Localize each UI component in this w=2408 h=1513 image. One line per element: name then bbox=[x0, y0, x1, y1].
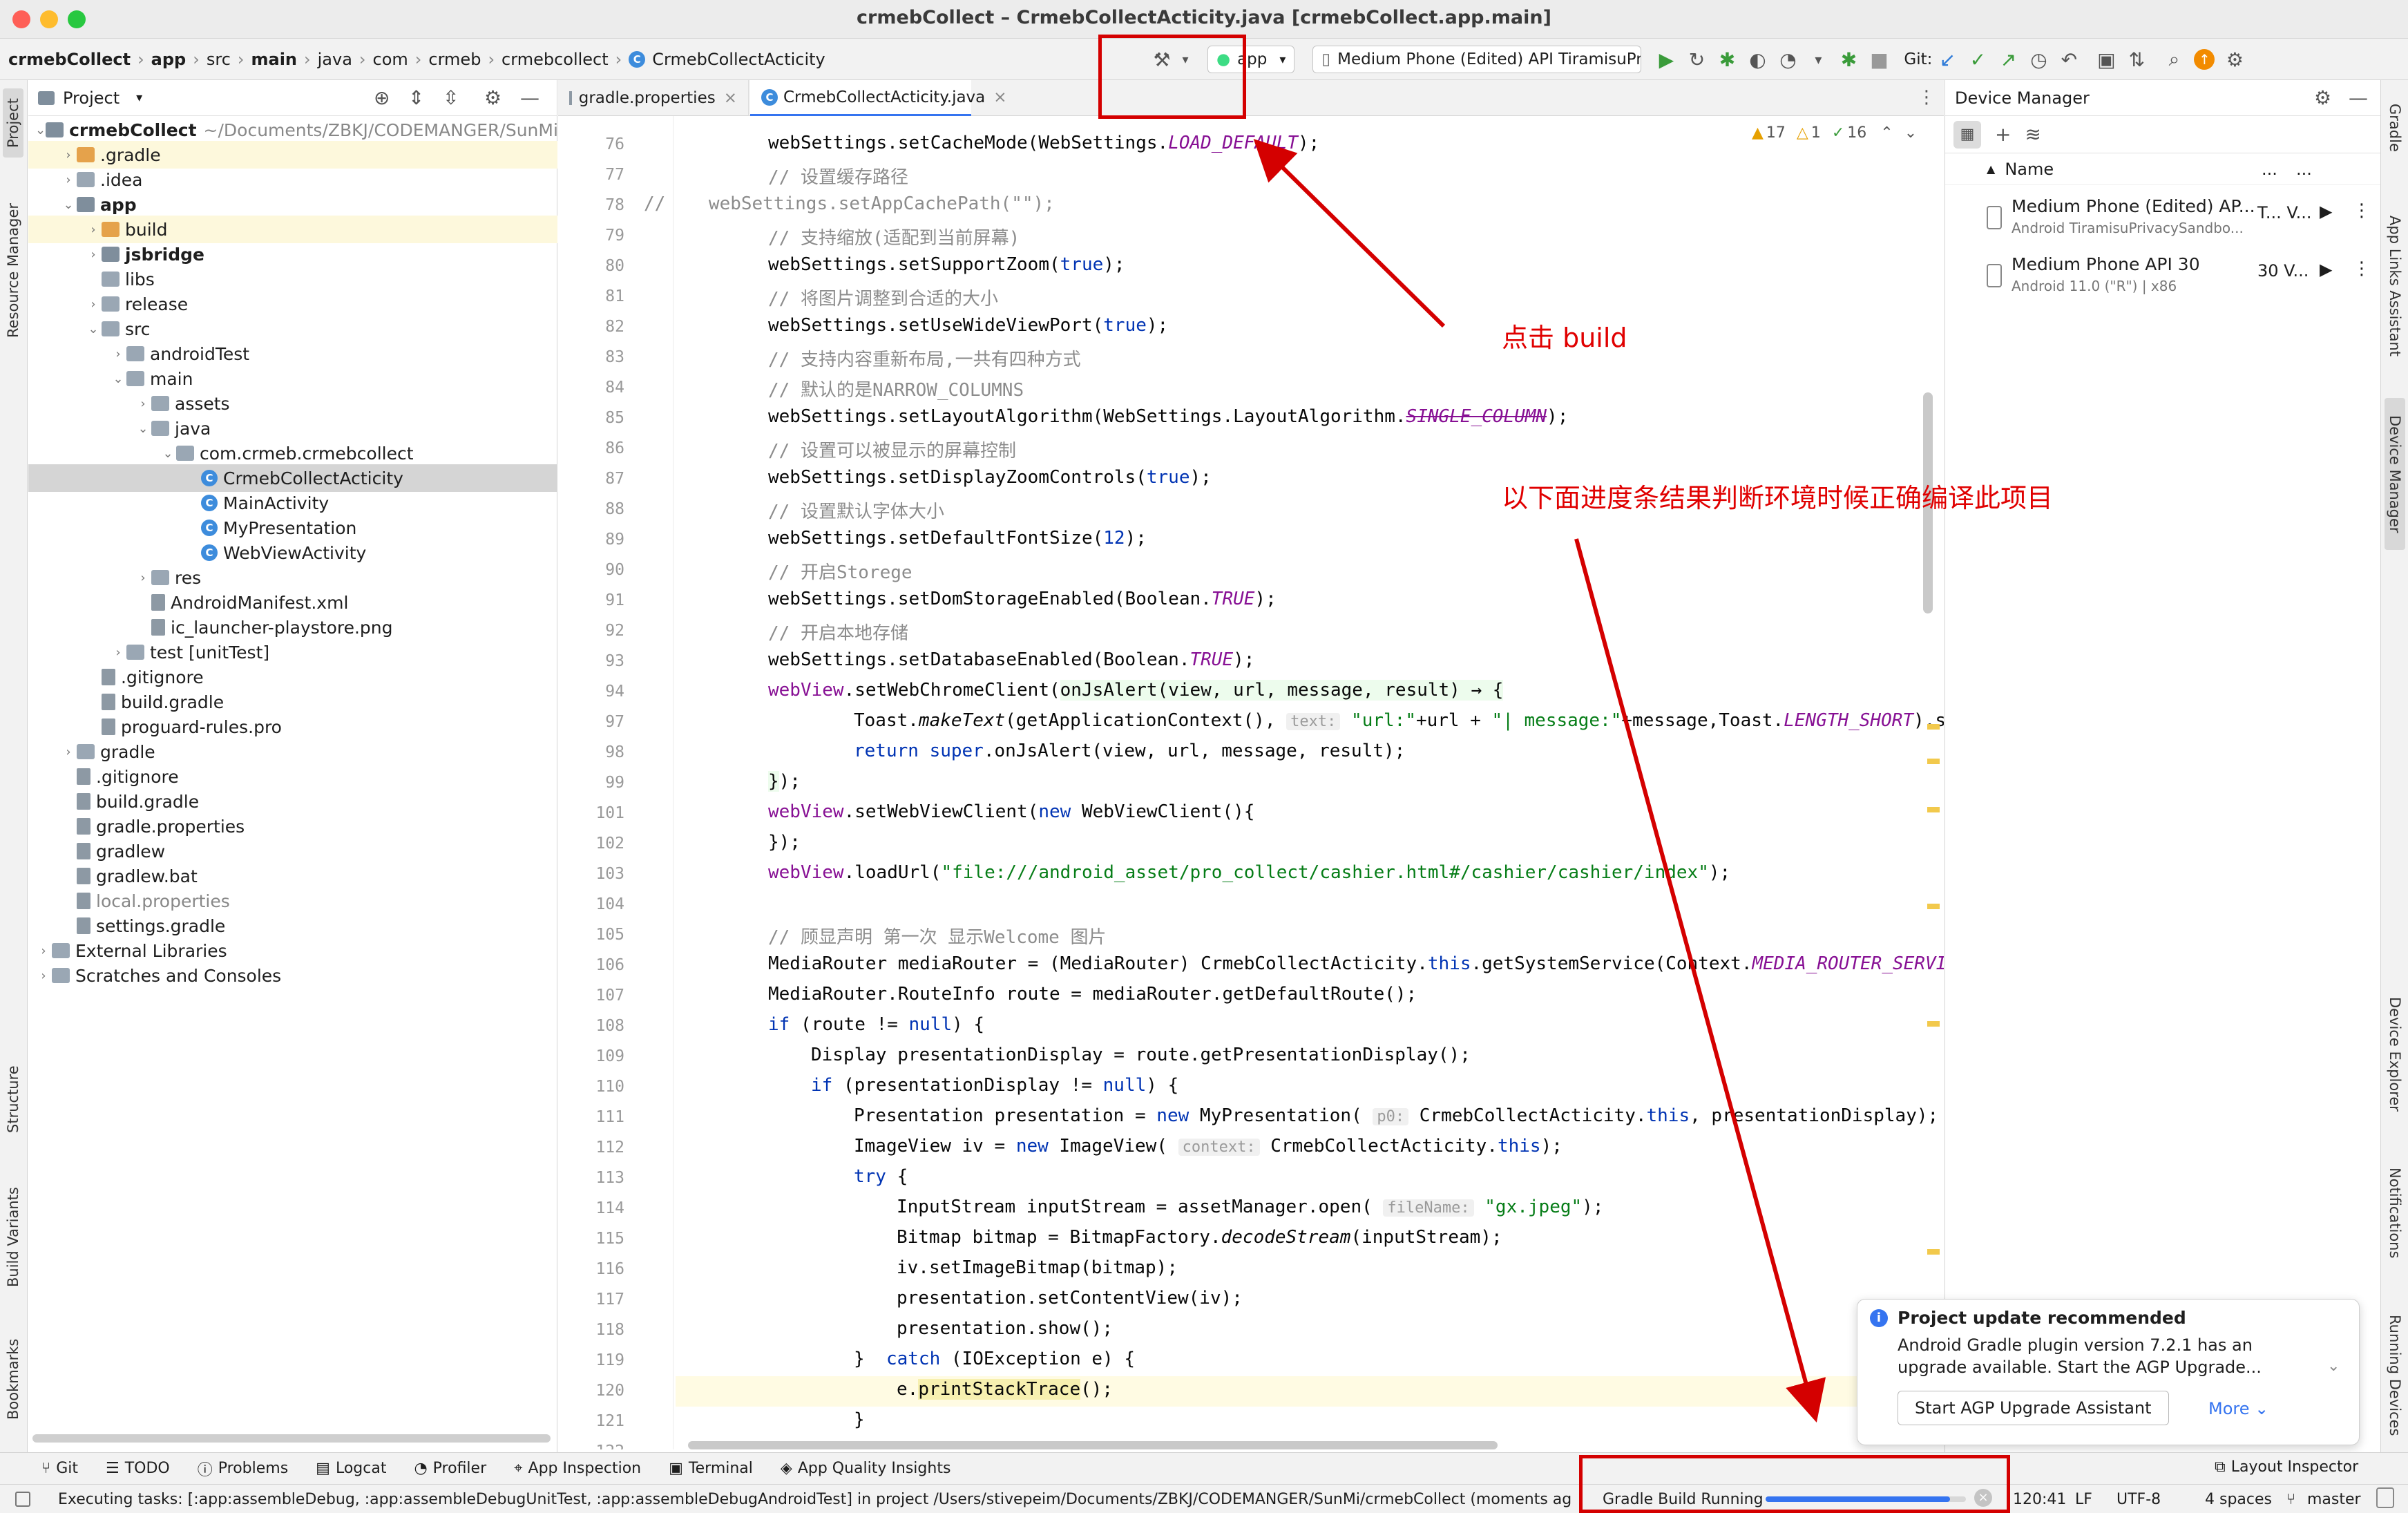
arrow-to-build bbox=[1253, 138, 1446, 328]
annotation-arrows bbox=[1253, 138, 1826, 1422]
arrow-to-progress bbox=[1574, 538, 1826, 1422]
